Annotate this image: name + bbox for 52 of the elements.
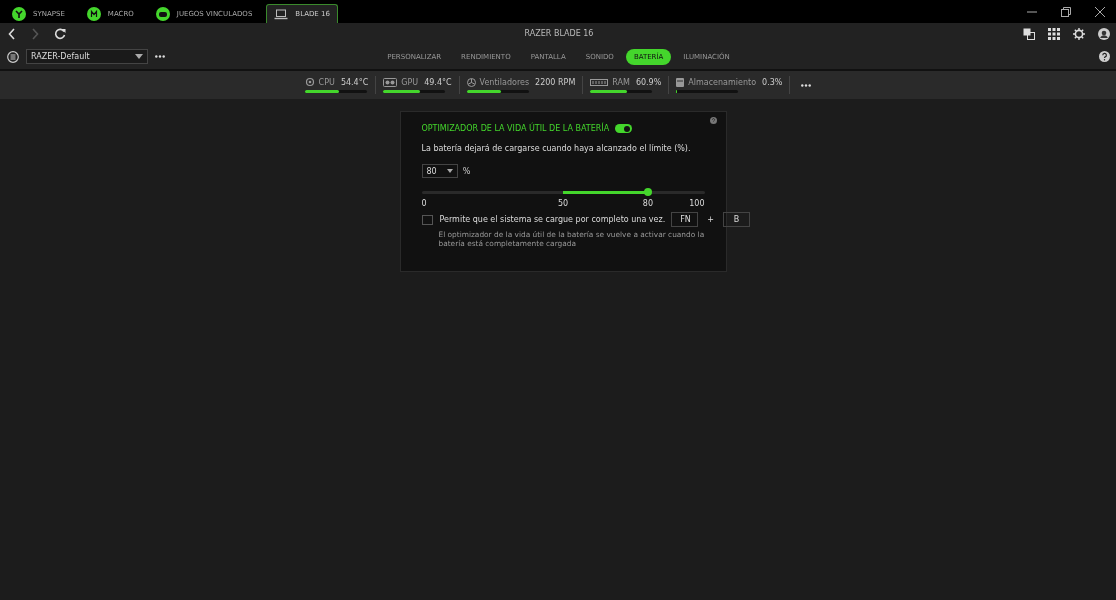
more-icon[interactable] bbox=[155, 55, 165, 58]
stat-label: Almacenamiento bbox=[688, 77, 757, 87]
checkbox-label: Permite que el sistema se cargue por completo una vez. bbox=[439, 215, 666, 224]
unit-label: % bbox=[462, 166, 471, 176]
stat-value: 49.4°C bbox=[424, 77, 452, 87]
apps-grid-icon[interactable] bbox=[1048, 27, 1060, 40]
back-icon[interactable] bbox=[8, 27, 16, 40]
card-title: OPTIMIZADOR DE LA VIDA ÚTIL DE LA BATERÍA bbox=[421, 124, 610, 133]
toggle-switch[interactable] bbox=[615, 124, 633, 133]
refresh-icon[interactable] bbox=[54, 27, 66, 40]
plus-sign: + bbox=[707, 215, 714, 224]
profile-icon bbox=[7, 50, 19, 63]
stat-value: 2200 RPM bbox=[535, 77, 576, 87]
restore-icon[interactable] bbox=[1058, 6, 1074, 17]
tick-label: 50 bbox=[557, 199, 569, 208]
tick-label: 100 bbox=[689, 199, 705, 208]
memory-icon bbox=[590, 78, 609, 86]
graphics-card-icon bbox=[383, 77, 398, 87]
stat-label: RAM bbox=[612, 77, 630, 87]
limit-slider[interactable] bbox=[421, 191, 705, 194]
more-icon[interactable] bbox=[801, 83, 812, 87]
chip-icon bbox=[304, 77, 315, 87]
synapse-icon bbox=[12, 7, 26, 21]
stat-label: GPU bbox=[401, 77, 419, 87]
limit-dropdown[interactable]: 80 bbox=[421, 164, 458, 178]
help-icon[interactable] bbox=[709, 117, 717, 124]
key-cap: B bbox=[722, 212, 750, 227]
tick-label: 80 bbox=[642, 199, 653, 208]
caret-down-icon bbox=[135, 54, 143, 59]
help-icon[interactable] bbox=[1099, 51, 1110, 62]
checkbox[interactable] bbox=[421, 214, 433, 225]
caret-down-icon bbox=[446, 169, 453, 173]
windows-icon[interactable] bbox=[1023, 27, 1035, 40]
stat-value: 60.9% bbox=[635, 77, 662, 87]
user-avatar-icon[interactable] bbox=[1098, 27, 1110, 40]
gamepad-icon bbox=[155, 7, 170, 21]
key-cap: FN bbox=[671, 212, 699, 227]
window-title: RAZER BLADE 16 bbox=[523, 29, 595, 38]
stat-label: Ventiladores bbox=[479, 77, 530, 87]
profile-dropdown[interactable]: RAZER-Default bbox=[26, 49, 148, 64]
slider-thumb[interactable] bbox=[643, 188, 652, 196]
description-text: La batería dejará de cargarse cuando haya alcanzado el límite (%). bbox=[421, 144, 692, 153]
stat-value: 0.3% bbox=[762, 77, 783, 87]
tick-label: 0 bbox=[421, 199, 427, 208]
macro-icon bbox=[86, 7, 101, 21]
close-icon[interactable] bbox=[1092, 6, 1108, 17]
fan-icon bbox=[466, 77, 476, 87]
settings-icon[interactable] bbox=[1073, 27, 1085, 40]
drive-icon bbox=[676, 77, 685, 87]
laptop-icon bbox=[274, 8, 289, 20]
stat-label: CPU bbox=[318, 77, 335, 87]
stat-value: 54.4°C bbox=[340, 77, 369, 87]
